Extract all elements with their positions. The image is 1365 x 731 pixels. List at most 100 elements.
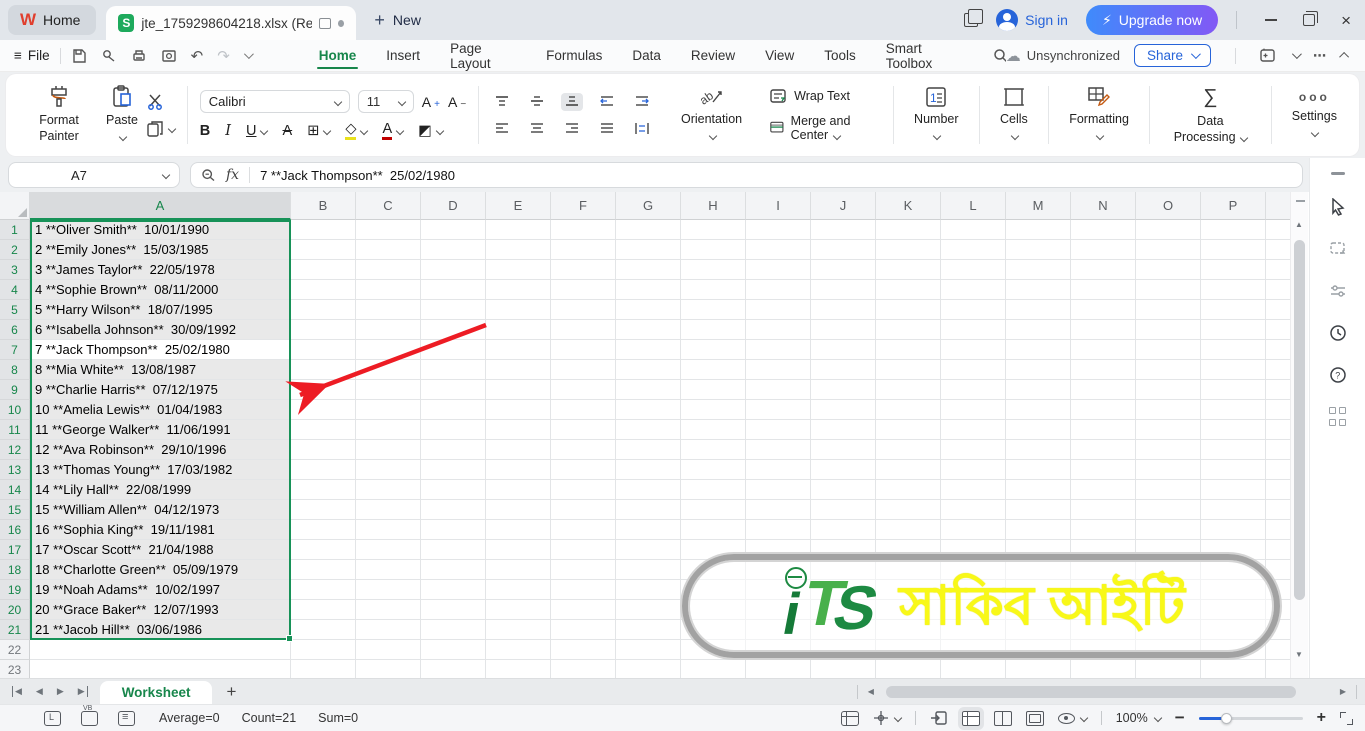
cell-N7[interactable] bbox=[1071, 340, 1136, 360]
export-icon[interactable] bbox=[101, 48, 117, 64]
cell-P3[interactable] bbox=[1201, 260, 1266, 280]
cell-N11[interactable] bbox=[1071, 420, 1136, 440]
row-header-3[interactable]: 3 bbox=[0, 260, 30, 280]
cell-L8[interactable] bbox=[941, 360, 1006, 380]
restore-button[interactable] bbox=[1303, 14, 1315, 26]
zoom-in-button[interactable]: + bbox=[1317, 709, 1326, 727]
cell-A11[interactable]: 11 **George Walker** 11/06/1991 bbox=[30, 420, 291, 440]
menu-tab-smart-toolbox[interactable]: Smart Toolbox bbox=[884, 36, 963, 76]
cell-B15[interactable] bbox=[291, 500, 356, 520]
cell-L1[interactable] bbox=[941, 220, 1006, 240]
cell-M3[interactable] bbox=[1006, 260, 1071, 280]
cell-F8[interactable] bbox=[551, 360, 616, 380]
cell-K15[interactable] bbox=[876, 500, 941, 520]
cell-P2[interactable] bbox=[1201, 240, 1266, 260]
formula-value[interactable]: 7 **Jack Thompson** 25/02/1980 bbox=[260, 168, 455, 183]
cell-G13[interactable] bbox=[616, 460, 681, 480]
cell-A20[interactable]: 20 **Grace Baker** 12/07/1993 bbox=[30, 600, 291, 620]
cell-N6[interactable] bbox=[1071, 320, 1136, 340]
align-top-button[interactable] bbox=[491, 93, 513, 111]
cell-N12[interactable] bbox=[1071, 440, 1136, 460]
cell-J3[interactable] bbox=[811, 260, 876, 280]
cell-M13[interactable] bbox=[1006, 460, 1071, 480]
switch-window-icon[interactable] bbox=[964, 13, 978, 27]
cell-O7[interactable] bbox=[1136, 340, 1201, 360]
align-left-button[interactable] bbox=[491, 120, 513, 138]
format-painter-button[interactable]: Format Painter bbox=[20, 83, 98, 146]
cell-B5[interactable] bbox=[291, 300, 356, 320]
row-header-12[interactable]: 12 bbox=[0, 440, 30, 460]
cell-G12[interactable] bbox=[616, 440, 681, 460]
cell-H12[interactable] bbox=[681, 440, 746, 460]
cell-E14[interactable] bbox=[486, 480, 551, 500]
cell-D12[interactable] bbox=[421, 440, 486, 460]
cell-O14[interactable] bbox=[1136, 480, 1201, 500]
column-header-I[interactable]: I bbox=[746, 192, 811, 220]
cell-P1[interactable] bbox=[1201, 220, 1266, 240]
cell-D8[interactable] bbox=[421, 360, 486, 380]
cell-L16[interactable] bbox=[941, 520, 1006, 540]
cell-F7[interactable] bbox=[551, 340, 616, 360]
cell-O15[interactable] bbox=[1136, 500, 1201, 520]
row-header-8[interactable]: 8 bbox=[0, 360, 30, 380]
column-header-M[interactable]: M bbox=[1006, 192, 1071, 220]
cell-F16[interactable] bbox=[551, 520, 616, 540]
merge-center-button[interactable]: Merge and Center bbox=[770, 114, 881, 142]
cell-K5[interactable] bbox=[876, 300, 941, 320]
cell-D22[interactable] bbox=[421, 640, 486, 660]
orientation-button[interactable]: ab Orientation bbox=[673, 84, 750, 145]
chevron-down-icon[interactable] bbox=[1292, 49, 1302, 59]
strikethrough-button[interactable]: A bbox=[282, 123, 292, 139]
cell-G5[interactable] bbox=[616, 300, 681, 320]
formula-input[interactable]: fx 7 **Jack Thompson** 25/02/1980 bbox=[190, 162, 1303, 188]
row-header-11[interactable]: 11 bbox=[0, 420, 30, 440]
cell-E10[interactable] bbox=[486, 400, 551, 420]
cell-L10[interactable] bbox=[941, 400, 1006, 420]
cell-G9[interactable] bbox=[616, 380, 681, 400]
cell-I12[interactable] bbox=[746, 440, 811, 460]
column-header-C[interactable]: C bbox=[356, 192, 421, 220]
increase-font-button[interactable]: A+ bbox=[422, 94, 440, 110]
cell-L2[interactable] bbox=[941, 240, 1006, 260]
cell-F5[interactable] bbox=[551, 300, 616, 320]
cell-O8[interactable] bbox=[1136, 360, 1201, 380]
cell-N8[interactable] bbox=[1071, 360, 1136, 380]
cell-E4[interactable] bbox=[486, 280, 551, 300]
cell-P6[interactable] bbox=[1201, 320, 1266, 340]
cell-E1[interactable] bbox=[486, 220, 551, 240]
cell-B1[interactable] bbox=[291, 220, 356, 240]
cell-E7[interactable] bbox=[486, 340, 551, 360]
row-header-4[interactable]: 4 bbox=[0, 280, 30, 300]
row-header-22[interactable]: 22 bbox=[0, 640, 30, 660]
cell-P11[interactable] bbox=[1201, 420, 1266, 440]
cell-B17[interactable] bbox=[291, 540, 356, 560]
cell-E22[interactable] bbox=[486, 640, 551, 660]
cell-M1[interactable] bbox=[1006, 220, 1071, 240]
cell-E6[interactable] bbox=[486, 320, 551, 340]
row-header-15[interactable]: 15 bbox=[0, 500, 30, 520]
cell-P12[interactable] bbox=[1201, 440, 1266, 460]
cell-I10[interactable] bbox=[746, 400, 811, 420]
align-middle-button[interactable] bbox=[526, 93, 548, 111]
cell-I11[interactable] bbox=[746, 420, 811, 440]
cell-G18[interactable] bbox=[616, 560, 681, 580]
cell-D19[interactable] bbox=[421, 580, 486, 600]
cell-P7[interactable] bbox=[1201, 340, 1266, 360]
cell-I13[interactable] bbox=[746, 460, 811, 480]
cell-A15[interactable]: 15 **William Allen** 04/12/1973 bbox=[30, 500, 291, 520]
clear-format-button[interactable]: ◩ bbox=[418, 123, 443, 139]
cell-C18[interactable] bbox=[356, 560, 421, 580]
cell-A18[interactable]: 18 **Charlotte Green** 05/09/1979 bbox=[30, 560, 291, 580]
page-layout-view-button[interactable] bbox=[1026, 711, 1044, 726]
cell-A19[interactable]: 19 **Noah Adams** 10/02/1997 bbox=[30, 580, 291, 600]
cell-D20[interactable] bbox=[421, 600, 486, 620]
bold-button[interactable]: B bbox=[200, 123, 210, 139]
cell-C1[interactable] bbox=[356, 220, 421, 240]
share-button[interactable]: Share bbox=[1134, 44, 1211, 67]
file-menu-button[interactable]: ≡ File bbox=[14, 48, 50, 63]
cell-D17[interactable] bbox=[421, 540, 486, 560]
cell-A4[interactable]: 4 **Sophie Brown** 08/11/2000 bbox=[30, 280, 291, 300]
collapse-ribbon-icon[interactable] bbox=[1339, 52, 1349, 62]
cell-M9[interactable] bbox=[1006, 380, 1071, 400]
cell-E21[interactable] bbox=[486, 620, 551, 640]
